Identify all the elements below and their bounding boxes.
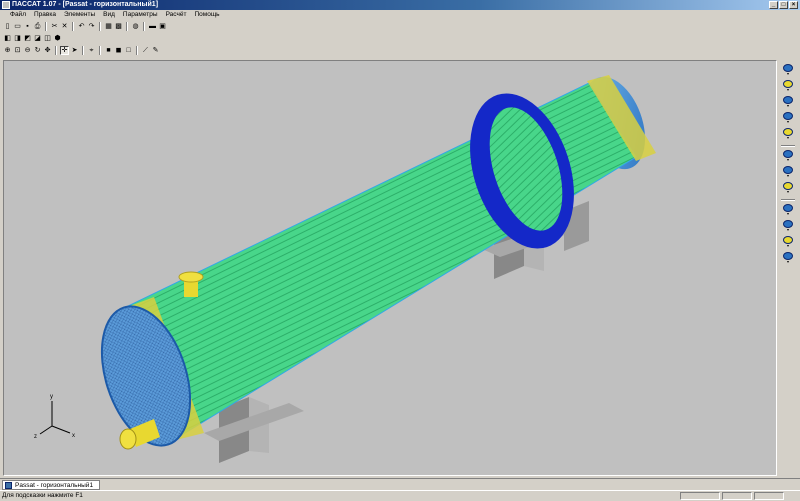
dropdown-arrow-icon[interactable]: ▾ (787, 72, 789, 76)
toolbar-separator (99, 46, 101, 55)
menu-view[interactable]: Вид (99, 10, 119, 20)
menu-help[interactable]: Помощь (190, 10, 223, 20)
app-icon[interactable] (2, 1, 10, 9)
toolbar-separator (99, 22, 101, 31)
tubesheet-icon[interactable]: ▾ (780, 182, 796, 196)
3d-viewport[interactable]: y x z (3, 60, 777, 476)
toolbar-separator (72, 22, 74, 31)
toolbar-separator (55, 46, 57, 55)
toolbar-separator (82, 46, 84, 55)
delete-icon[interactable]: ✕ (60, 22, 69, 31)
move-icon[interactable]: ✛ (60, 46, 69, 55)
view-back-icon[interactable]: ◨ (13, 34, 22, 43)
globe-icon[interactable]: ◍ (131, 22, 140, 31)
maximize-button[interactable]: □ (779, 1, 788, 9)
menu-elements[interactable]: Элементы (60, 10, 99, 20)
wireframe-view-icon[interactable]: □ (124, 46, 133, 55)
zoom-window-icon[interactable]: ⊡ (13, 46, 22, 55)
document-tab-label: Passat - горизонтальный1 (15, 482, 94, 489)
menu-parameters[interactable]: Параметры (119, 10, 162, 20)
measure-icon[interactable]: ⟋ (141, 46, 150, 55)
standard-toolbar: ▯ ▭ ▪ ⎙ ✂ ✕ ↶ ↷ ▦ ▩ ◍ ▬ ▣ (3, 21, 167, 32)
flat-head-icon[interactable]: ▾ (780, 128, 796, 142)
nozzle-icon[interactable]: ▾ (780, 80, 796, 94)
menu-edit[interactable]: Правка (30, 10, 60, 20)
table-icon[interactable]: ▦ (104, 22, 113, 31)
status-panel-3 (754, 492, 784, 500)
document-tab-bar: Passat - горизонтальный1 (0, 478, 800, 490)
dropdown-arrow-icon[interactable]: ▾ (787, 136, 789, 140)
menu-file[interactable]: Файл (6, 10, 30, 20)
open-folder-icon[interactable]: ▭ (13, 22, 22, 31)
dropdown-arrow-icon[interactable]: ▾ (787, 260, 789, 264)
close-button[interactable]: × (789, 1, 798, 9)
dropdown-arrow-icon[interactable]: ▾ (787, 244, 789, 248)
axis-icon[interactable]: ▾ (780, 220, 796, 234)
saddle-support-icon[interactable]: ▾ (780, 204, 796, 218)
axis-x-label: x (72, 433, 75, 439)
pan-icon[interactable]: ✥ (43, 46, 52, 55)
minimize-button[interactable]: _ (769, 1, 778, 9)
toolbar-separator (781, 199, 795, 201)
status-panel-2 (722, 492, 752, 500)
grid-icon[interactable]: ▩ (114, 22, 123, 31)
solid-view-icon[interactable]: ■ (104, 46, 113, 55)
toolbar-separator (136, 46, 138, 55)
print-icon[interactable]: ⎙ (33, 22, 42, 31)
window-title: ПАССАТ 1.07 - [Passat - горизонтальный1] (12, 1, 159, 8)
save-icon[interactable]: ▪ (23, 22, 32, 31)
view-front-icon[interactable]: ◧ (3, 34, 12, 43)
dropdown-arrow-icon[interactable]: ▾ (787, 88, 789, 92)
view-left-icon[interactable]: ◩ (23, 34, 32, 43)
rotate-icon[interactable]: ↻ (33, 46, 42, 55)
tube-bundle-icon[interactable]: ▾ (780, 150, 796, 164)
toolbar-separator (126, 22, 128, 31)
view-top-icon[interactable]: ◫ (43, 34, 52, 43)
document-icon (5, 482, 12, 489)
dropdown-arrow-icon[interactable]: ▾ (787, 212, 789, 216)
menu-calculation[interactable]: Расчёт (162, 10, 191, 20)
cursor-icon[interactable]: ⌖ (87, 46, 96, 55)
model-canvas[interactable]: y x z (4, 61, 776, 475)
flange-ring-icon[interactable]: ▾ (780, 96, 796, 110)
document-tab[interactable]: Passat - горизонтальный1 (2, 480, 101, 490)
dropdown-arrow-icon[interactable]: ▾ (787, 104, 789, 108)
undo-icon[interactable]: ↶ (77, 22, 86, 31)
toolbar-separator (781, 145, 795, 147)
cylinder-shell-icon[interactable]: ▾ (780, 64, 796, 78)
menu-bar: Файл Правка Элементы Вид Параметры Расчё… (0, 10, 800, 20)
toolbar-separator (45, 22, 47, 31)
zoom-in-icon[interactable]: ⊕ (3, 46, 12, 55)
close-panel-icon[interactable]: ▣ (158, 22, 167, 31)
coordinate-axes: y x z (34, 394, 75, 440)
rectangle-view-icon[interactable]: ▬ (148, 22, 157, 31)
cut-icon[interactable]: ✂ (50, 22, 59, 31)
dropdown-arrow-icon[interactable]: ▾ (787, 120, 789, 124)
dropdown-arrow-icon[interactable]: ▾ (787, 174, 789, 178)
heat-exchanger-icon[interactable]: ▾ (780, 252, 796, 266)
new-document-icon[interactable]: ▯ (3, 22, 12, 31)
dropdown-arrow-icon[interactable]: ▾ (787, 190, 789, 194)
dropdown-arrow-icon[interactable]: ▾ (787, 228, 789, 232)
view-right-icon[interactable]: ◪ (33, 34, 42, 43)
baffle-icon[interactable]: ▾ (780, 166, 796, 180)
axis-y-label: y (50, 394, 53, 400)
select-arrow-icon[interactable]: ➤ (70, 46, 79, 55)
elements-toolbar: ▾ ▾ ▾ ▾ ▾ ▾ ▾ ▾ ▾ ▾ ▾ ▾ (779, 60, 797, 325)
dropdown-arrow-icon[interactable]: ▾ (787, 158, 789, 162)
toolbar-separator (143, 22, 145, 31)
views-toolbar: ◧ ◨ ◩ ◪ ◫ ⬢ (3, 33, 62, 44)
title-bar: ПАССАТ 1.07 - [Passat - горизонтальный1]… (0, 0, 800, 10)
zoom-out-icon[interactable]: ⊖ (23, 46, 32, 55)
coordinate-system-icon[interactable]: ▾ (780, 236, 796, 250)
status-panel-1 (680, 492, 720, 500)
redo-icon[interactable]: ↷ (87, 22, 96, 31)
elliptic-head-icon[interactable]: ▾ (780, 112, 796, 126)
paint-icon[interactable]: ✎ (151, 46, 160, 55)
view-iso-icon[interactable]: ⬢ (53, 34, 62, 43)
status-bar: Для подсказки нажмите F1 (0, 490, 800, 500)
shaded-view-icon[interactable]: ◼ (114, 46, 123, 55)
navigation-toolbar: ⊕ ⊡ ⊖ ↻ ✥ ✛ ➤ ⌖ ■ ◼ □ ⟋ ✎ (3, 45, 160, 56)
axis-z-label: z (34, 434, 37, 440)
